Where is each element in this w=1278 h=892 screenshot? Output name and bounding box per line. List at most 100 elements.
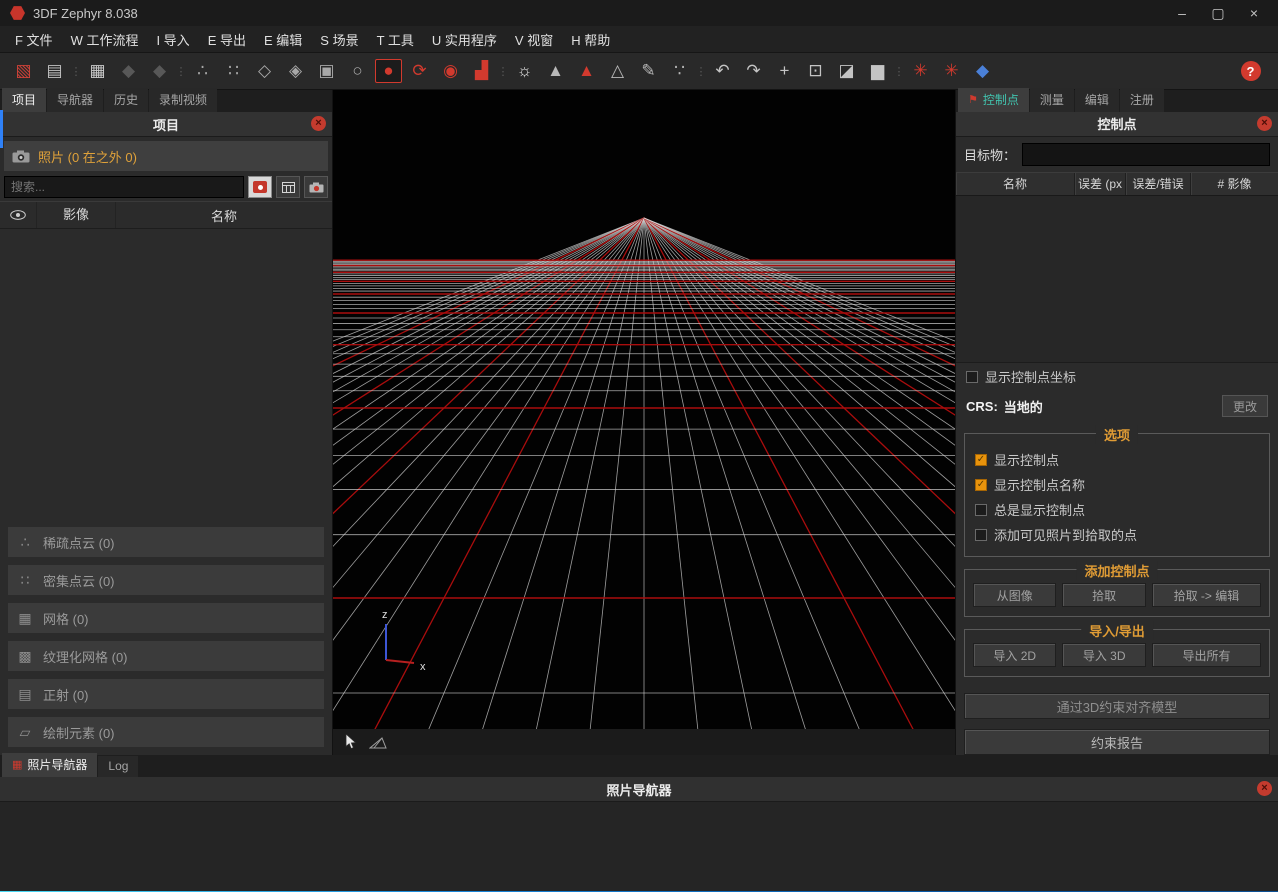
loop-icon[interactable]: ⟳ (404, 56, 435, 86)
menu-item-2[interactable]: I 导入 (147, 27, 198, 52)
target-input[interactable] (1022, 143, 1270, 166)
stereo-sphere-icon[interactable]: ○ (342, 56, 373, 86)
tree-item-label-5: 绘制元素 (0) (43, 723, 115, 742)
menu-item-4[interactable]: E 编辑 (255, 27, 311, 52)
change-crs-button[interactable]: 更改 (1222, 395, 1268, 417)
show-coordinates-checkbox[interactable] (966, 371, 978, 383)
redo-icon[interactable]: ↷ (738, 56, 769, 86)
tree-item-1[interactable]: ∷密集点云 (0) (8, 565, 324, 595)
mesh-red-icon[interactable]: ▲ (571, 56, 602, 86)
menu-item-6[interactable]: T 工具 (368, 27, 423, 52)
new-project-icon[interactable]: ▧ (8, 56, 39, 86)
maximize-button[interactable]: ▢ (1204, 5, 1232, 22)
workflow-cube-icon[interactable]: ◆ (113, 56, 144, 86)
script-gear-icon[interactable]: ✳ (905, 56, 936, 86)
close-project-panel-button[interactable]: × (311, 116, 326, 131)
camera-type-filter-button[interactable] (304, 176, 328, 198)
light-icon[interactable]: ☼ (509, 56, 540, 86)
import-photos-icon[interactable]: ▦ (82, 56, 113, 86)
option-row-3: 添加可见照片到拾取的点 (973, 522, 1261, 547)
cursor-tool-icon[interactable] (345, 734, 357, 750)
slope-tool-icon[interactable] (369, 736, 387, 749)
help-icon[interactable]: ? (1235, 56, 1266, 86)
bottom-tab-label-0: 照片导航器 (27, 756, 87, 773)
menu-item-0[interactable]: F 文件 (6, 27, 62, 52)
close-control-points-button[interactable]: × (1257, 116, 1272, 131)
masquerade-icon[interactable]: ◆ (967, 56, 998, 86)
option-checkbox-3[interactable] (975, 529, 987, 541)
left-tab-0[interactable]: 项目 (2, 88, 46, 112)
gcp-column-header-0[interactable]: 名称 (956, 173, 1075, 195)
gcp-column-header-1[interactable]: 误差 (px (1075, 173, 1126, 195)
tree-item-4[interactable]: ▤正射 (0) (8, 679, 324, 709)
record-icon[interactable]: ◉ (435, 56, 466, 86)
dense-cloud-icon[interactable]: ∷ (218, 56, 249, 86)
tree-item-2[interactable]: ▦网格 (0) (8, 603, 324, 633)
cameras-group-icon[interactable]: ∵ (664, 56, 695, 86)
crop-icon[interactable]: ⊡ (800, 56, 831, 86)
close-button[interactable]: × (1240, 5, 1268, 22)
io-buttons-2[interactable]: 导出所有 (1152, 643, 1261, 667)
option-checkbox-1[interactable]: ✓ (975, 479, 987, 491)
close-photo-navigator-button[interactable]: × (1257, 781, 1272, 796)
textured-mesh-icon[interactable]: ◈ (280, 56, 311, 86)
save-project-icon[interactable]: ▤ (39, 56, 70, 86)
right-tab-3[interactable]: 注册 (1120, 88, 1164, 112)
left-tab-2[interactable]: 历史 (104, 88, 148, 112)
left-tab-1[interactable]: 导航器 (47, 88, 103, 112)
clipping-plane-icon[interactable]: ◪ (831, 56, 862, 86)
gcp-column-header-2[interactable]: 误差/错误 (1126, 173, 1191, 195)
graph-icon[interactable]: ▟ (466, 56, 497, 86)
menu-item-1[interactable]: W 工作流程 (62, 27, 148, 52)
settings-gear-icon[interactable]: ✳ (936, 56, 967, 86)
sparse-cloud-icon[interactable]: ∴ (187, 56, 218, 86)
photo-navigator-content[interactable] (0, 802, 1278, 891)
name-column-header[interactable]: 名称 (116, 206, 332, 225)
constraint-report-button[interactable]: 约束报告 (964, 729, 1270, 755)
wireframe-icon[interactable]: △ (602, 56, 633, 86)
camera-capture-icon[interactable]: ● (375, 59, 402, 83)
histogram-icon[interactable]: ▆ (862, 56, 893, 86)
images-column-header[interactable]: 影像 (37, 202, 116, 228)
mesh-icon[interactable]: ◇ (249, 56, 280, 86)
visibility-column-header[interactable] (0, 202, 37, 228)
orthophoto-icon[interactable]: ▣ (311, 56, 342, 86)
bottom-tab-0[interactable]: ▦照片导航器 (2, 753, 97, 777)
option-checkbox-2[interactable] (975, 504, 987, 516)
project-panel-header: 项目 × (0, 112, 332, 137)
add-buttons-2[interactable]: 拾取 -> 编辑 (1152, 583, 1261, 607)
transform-gizmo-icon[interactable]: + (769, 56, 800, 86)
paint-brush-icon[interactable]: ✎ (633, 56, 664, 86)
photos-item[interactable]: 照片 (0 在之外 0) (4, 141, 328, 171)
viewport-3d[interactable]: zx (333, 90, 955, 755)
io-buttons-0[interactable]: 导入 2D (973, 643, 1056, 667)
right-tab-2[interactable]: 编辑 (1075, 88, 1119, 112)
bottom-tab-1[interactable]: Log (98, 756, 138, 777)
mesh-shaded-icon[interactable]: ▲ (540, 56, 571, 86)
menu-item-5[interactable]: S 场景 (311, 27, 367, 52)
add-buttons-0[interactable]: 从图像 (973, 583, 1056, 607)
right-tab-1[interactable]: 测量 (1030, 88, 1074, 112)
menu-item-3[interactable]: E 导出 (199, 27, 255, 52)
menu-item-7[interactable]: U 实用程序 (423, 27, 506, 52)
toolbar-separator: ⋮ (497, 65, 509, 78)
search-input[interactable] (4, 176, 244, 198)
add-buttons-1[interactable]: 拾取 (1062, 583, 1145, 607)
tree-item-0[interactable]: ∴稀疏点云 (0) (8, 527, 324, 557)
option-checkbox-0[interactable]: ✓ (975, 454, 987, 466)
minimize-button[interactable]: – (1168, 5, 1196, 22)
undo-icon[interactable]: ↶ (707, 56, 738, 86)
align-model-button[interactable]: 通过3D约束对齐模型 (964, 693, 1270, 719)
tree-item-5[interactable]: ▱绘制元素 (0) (8, 717, 324, 747)
gcp-list-empty[interactable] (956, 196, 1278, 364)
camera-filter-button[interactable] (248, 176, 272, 198)
menu-item-9[interactable]: H 帮助 (562, 27, 619, 52)
tree-item-3[interactable]: ▩纹理化网格 (0) (8, 641, 324, 671)
io-buttons-1[interactable]: 导入 3D (1062, 643, 1145, 667)
right-tab-0[interactable]: ⚑控制点 (958, 88, 1029, 112)
left-tab-3[interactable]: 录制视频 (149, 88, 217, 112)
calendar-filter-button[interactable] (276, 176, 300, 198)
workflow-cube-alt-icon[interactable]: ◆ (144, 56, 175, 86)
menu-item-8[interactable]: V 视窗 (506, 27, 562, 52)
gcp-column-header-3[interactable]: # 影像 (1191, 173, 1278, 195)
